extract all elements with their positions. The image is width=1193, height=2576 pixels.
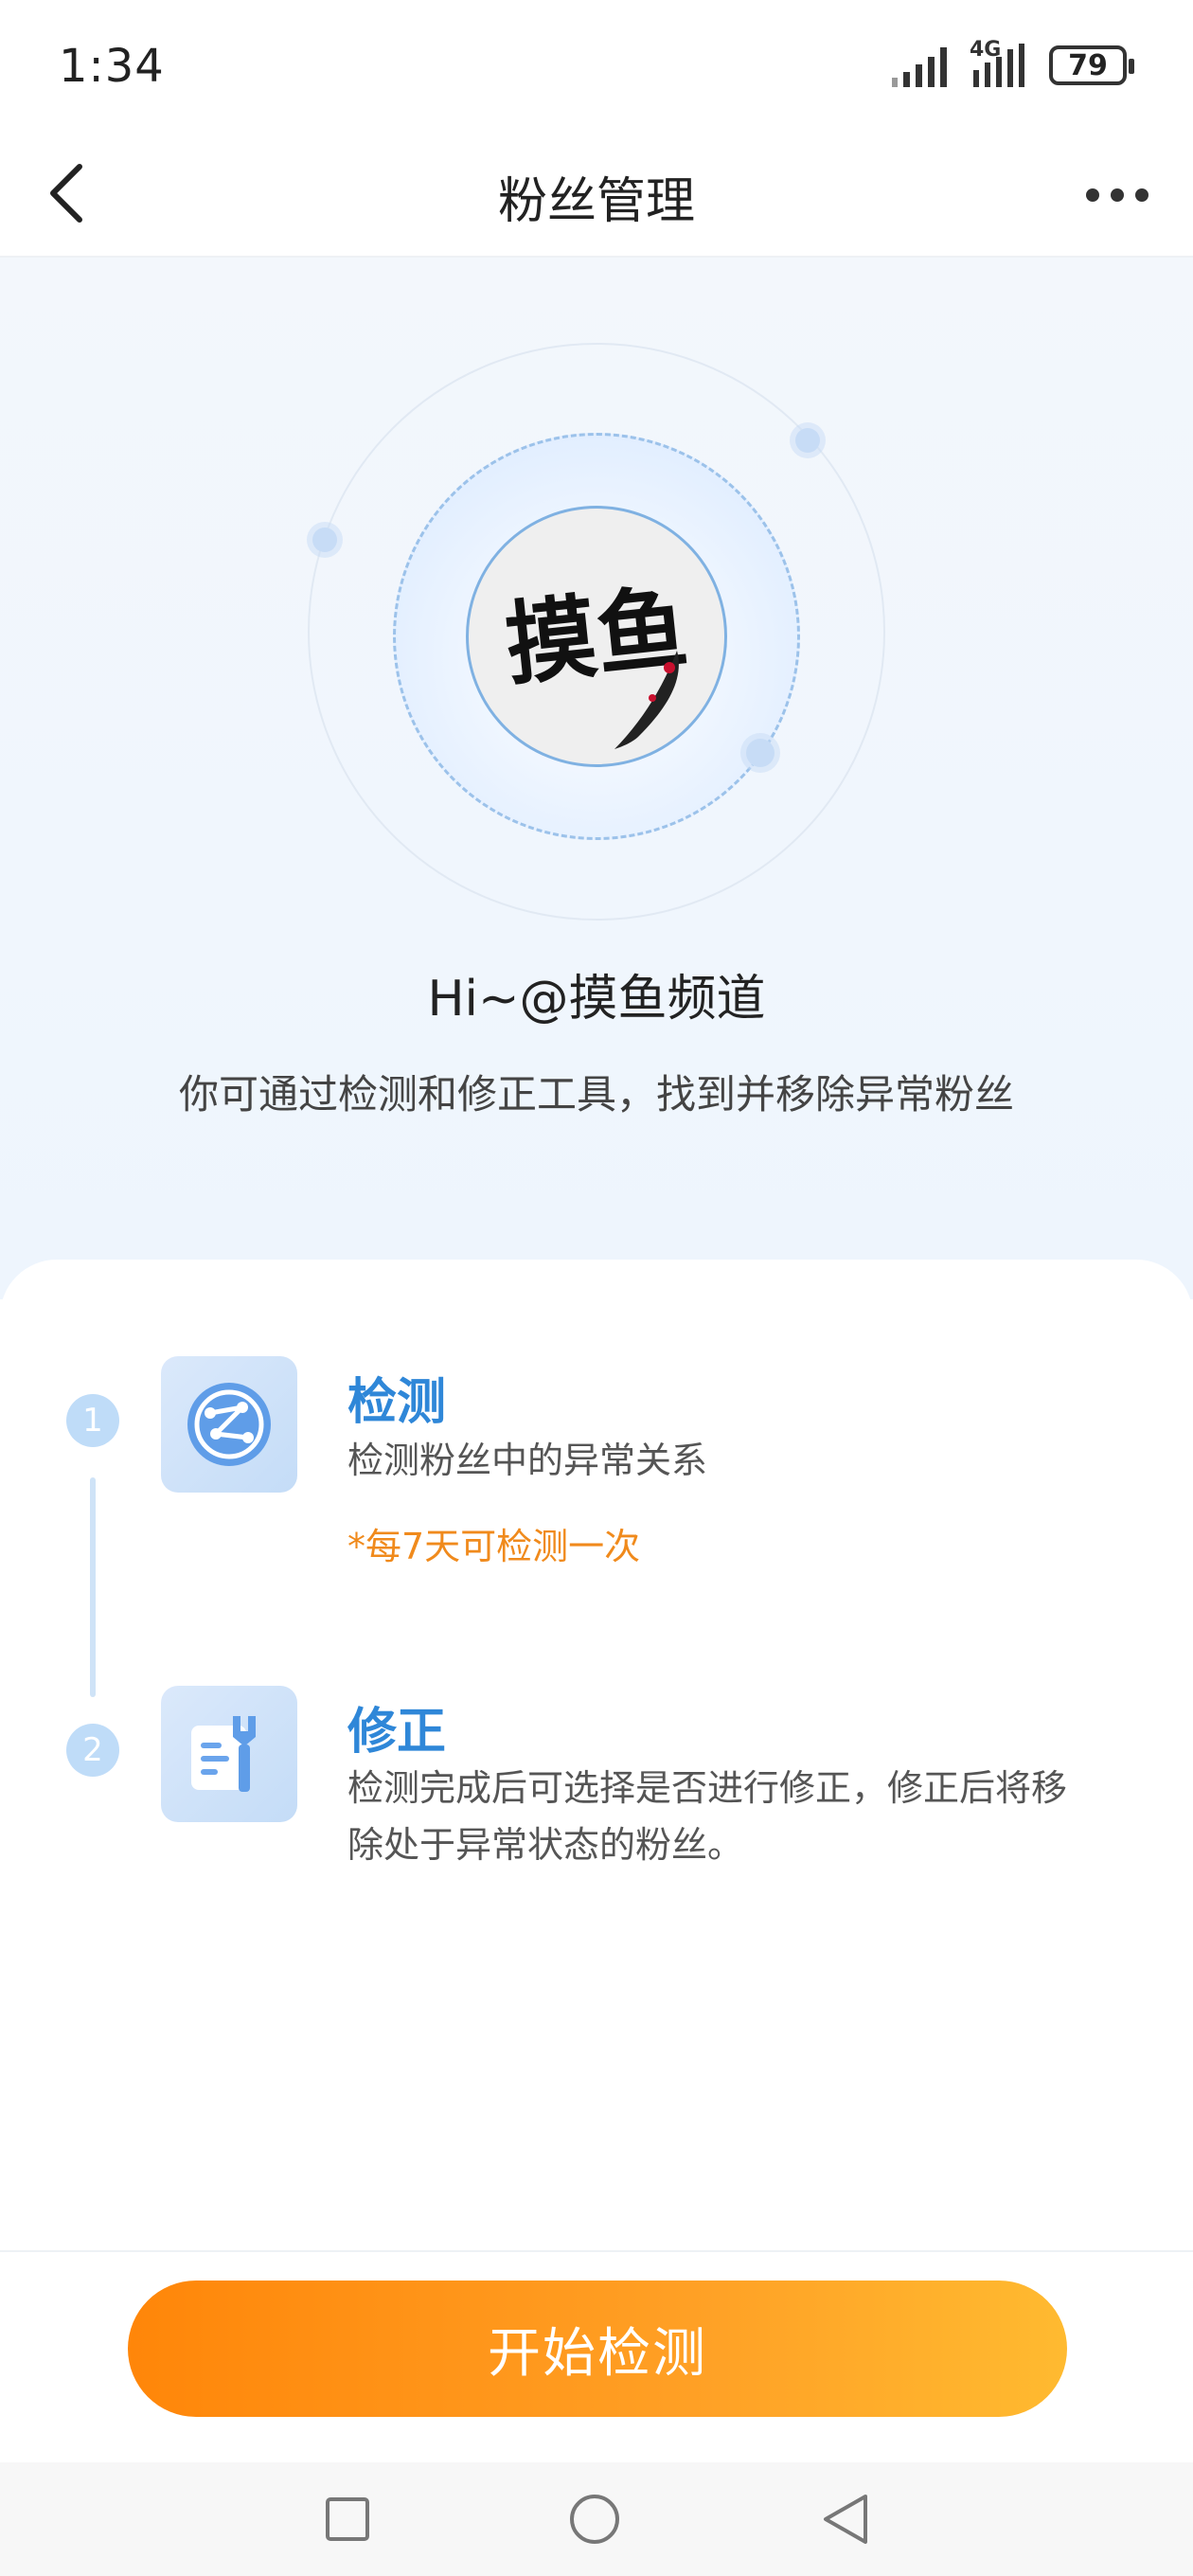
navigation-bar: 粉丝管理: [0, 133, 1193, 258]
step-number: 2: [66, 1724, 119, 1777]
step-number: 1: [66, 1394, 119, 1447]
orbit-dot: [795, 428, 820, 453]
orbit-dot: [746, 739, 775, 767]
status-bar: 1:34 4G 79: [0, 0, 1193, 133]
step-title-fix: 修正: [347, 1704, 447, 1761]
bottom-divider: [0, 2250, 1193, 2252]
more-dot-icon: [1111, 188, 1124, 202]
signal-icon: [892, 47, 947, 87]
more-dot-icon: [1135, 188, 1148, 202]
battery-level: 79: [1068, 48, 1108, 82]
detect-frequency-note: *每7天可检测一次: [347, 1526, 641, 1567]
detect-icon: [187, 1383, 271, 1466]
more-options-button[interactable]: [1070, 157, 1165, 233]
recent-apps-button[interactable]: [319, 2491, 376, 2548]
detect-icon-tile: [161, 1356, 297, 1493]
wrench-document-icon: [191, 1716, 256, 1792]
signal-4g-icon: [973, 44, 1024, 87]
status-icons: 4G 79: [890, 38, 1136, 95]
circle-icon: [570, 2495, 619, 2544]
home-button[interactable]: [566, 2491, 623, 2548]
step-description-fix-line1: 检测完成后可选择是否进行修正，修正后将移: [347, 1767, 1068, 1809]
start-detection-button[interactable]: 开始检测: [128, 2281, 1067, 2417]
profile-hero: 摸鱼 Hi~@摸鱼频道 你可通过检测和修正工具，找到并移除异常粉丝: [0, 258, 1193, 1299]
avatar: 摸鱼: [466, 506, 727, 767]
step-description-detect: 检测粉丝中的异常关系: [347, 1440, 708, 1481]
page-title: 粉丝管理: [497, 173, 695, 230]
triangle-back-icon: [824, 2495, 867, 2544]
battery-icon: 79: [1049, 45, 1134, 85]
status-time: 1:34: [59, 40, 165, 93]
steps-card: 1 检测 检测粉丝中的异常关系 *每7天可检测一次 2 修正 检测完成后可选择是…: [0, 1260, 1193, 2254]
fix-icon-tile: [161, 1686, 297, 1822]
step-description-fix-line2: 除处于异常状态的粉丝。: [347, 1824, 744, 1866]
square-icon: [326, 2497, 369, 2541]
system-navigation-bar: [0, 2462, 1193, 2576]
step-connector-line: [90, 1477, 96, 1697]
greeting-text: Hi~@摸鱼频道: [427, 971, 766, 1028]
hero-description: 你可通过检测和修正工具，找到并移除异常粉丝: [178, 1071, 1014, 1118]
orbit-dot: [312, 528, 337, 552]
step-title-detect: 检测: [347, 1374, 447, 1431]
more-dot-icon: [1086, 188, 1099, 202]
back-nav-button[interactable]: [816, 2491, 873, 2548]
koi-fish-icon: [614, 651, 679, 749]
